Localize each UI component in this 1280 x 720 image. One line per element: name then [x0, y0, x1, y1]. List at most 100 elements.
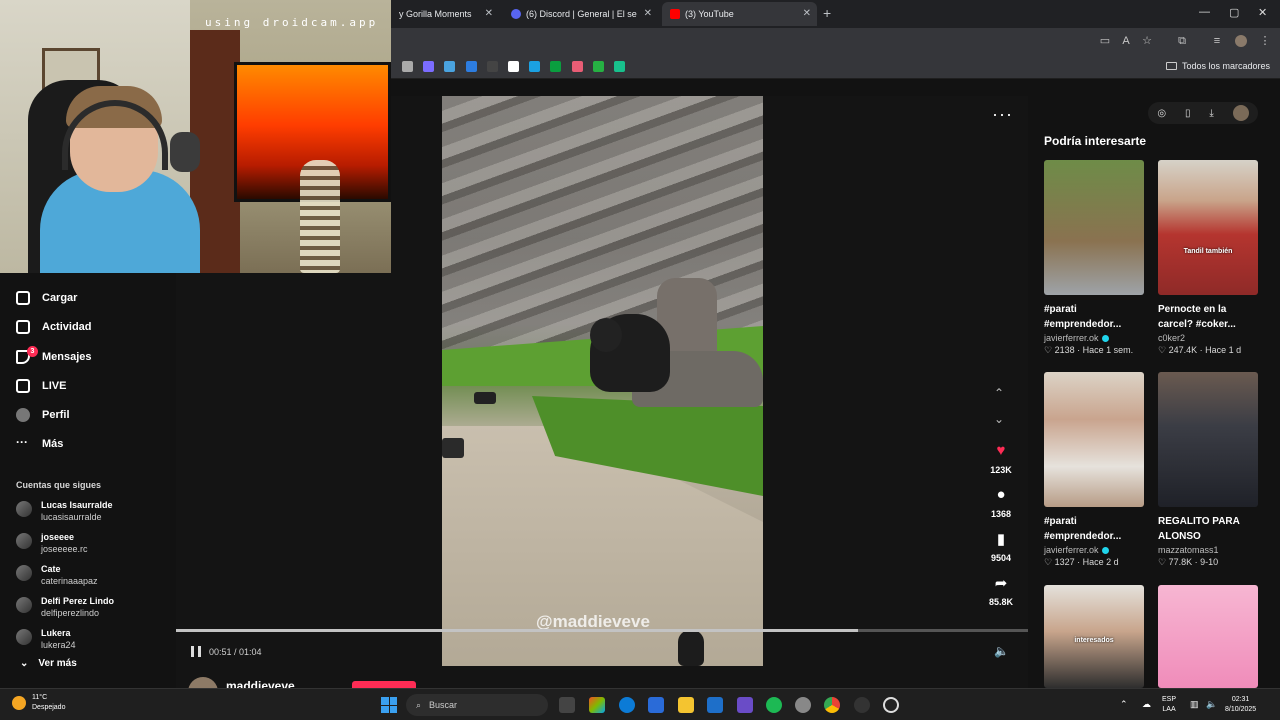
tab-youtube[interactable]: (3) YouTube ✕ — [662, 2, 817, 26]
bookmark-icon[interactable] — [508, 61, 519, 72]
close-icon[interactable]: ✕ — [485, 8, 493, 19]
close-icon[interactable]: ✕ — [803, 8, 811, 19]
avatar[interactable] — [1232, 105, 1249, 121]
recommendation-card[interactable]: #parati #emprendedor... javierferrer.ok … — [1044, 372, 1146, 568]
close-window-button[interactable]: ✕ — [1258, 6, 1267, 19]
see-more-button[interactable]: ⌄ Ver más — [20, 658, 77, 669]
extensions-icon[interactable]: ⧉ — [1176, 35, 1188, 47]
share-button[interactable]: ➦ 85.8K — [981, 574, 1021, 610]
task-view-icon[interactable] — [559, 697, 575, 713]
video-thumbnail[interactable] — [1044, 372, 1144, 507]
recommendation-card[interactable] — [1158, 585, 1260, 688]
nav-profile[interactable]: Perfil — [16, 408, 70, 422]
bookmark-icon[interactable] — [572, 61, 583, 72]
avatar — [16, 629, 32, 645]
copilot-icon[interactable] — [589, 697, 605, 713]
translate-icon[interactable]: A — [1120, 35, 1132, 47]
nav-upload[interactable]: Cargar — [16, 291, 77, 305]
onedrive-icon[interactable]: ☁ — [1142, 699, 1151, 709]
profile-avatar-icon[interactable] — [1235, 35, 1247, 47]
all-bookmarks-button[interactable]: Todos los marcadores — [1165, 61, 1270, 71]
account-username: delfiperezlindo — [41, 608, 100, 618]
weather-widget[interactable]: 11°C Despejado — [12, 693, 65, 713]
network-icon[interactable]: ▥ — [1190, 699, 1199, 709]
video-thumbnail[interactable]: Tandil también — [1158, 160, 1258, 295]
spotify-icon[interactable] — [766, 697, 782, 713]
more-options-icon[interactable]: ··· — [992, 104, 1013, 125]
close-icon[interactable]: ✕ — [644, 8, 652, 19]
bookmark-icon[interactable] — [614, 61, 625, 72]
messages-icon: 3 — [16, 346, 38, 364]
clock[interactable]: 02:31 8/10/2025 — [1225, 695, 1256, 715]
video-frame[interactable]: @maddieveve — [442, 96, 763, 666]
bookmark-icon[interactable] — [466, 61, 477, 72]
heart-icon: ♥ — [996, 442, 1006, 459]
bookmark-icon[interactable] — [423, 61, 434, 72]
video-thumbnail[interactable]: interesados — [1044, 585, 1144, 688]
card-username: javierferrer.ok — [1044, 333, 1099, 343]
explorer-icon[interactable] — [678, 697, 694, 713]
account-item[interactable]: Lukera lukera24 — [16, 627, 76, 651]
recommendation-card[interactable]: interesados — [1044, 585, 1146, 688]
cast-icon[interactable]: ▭ — [1099, 35, 1111, 47]
recommendation-card[interactable]: #parati #emprendedor... javierferrer.ok … — [1044, 160, 1146, 356]
chevron-up-icon[interactable]: ⌃ — [994, 386, 1004, 400]
chevron-up-icon[interactable]: ⌃ — [1120, 699, 1128, 709]
nav-more[interactable]: ··· Más — [16, 436, 63, 451]
language-indicator[interactable]: ESP LAA — [1162, 695, 1176, 715]
volume-icon[interactable]: 🔈 — [1206, 699, 1217, 709]
avatar — [16, 597, 32, 613]
taskbar-search[interactable]: ⌕ Buscar — [406, 694, 548, 716]
app-icon[interactable] — [737, 697, 753, 713]
bookmark-icon[interactable] — [550, 61, 561, 72]
bookmark-icon[interactable] — [444, 61, 455, 72]
nav-activity[interactable]: Actividad — [16, 320, 92, 334]
nav-live[interactable]: LIVE — [16, 379, 66, 393]
video-thumbnail[interactable] — [1158, 585, 1258, 688]
download-icon[interactable]: ⤓ — [1209, 108, 1213, 119]
clock-time: 02:31 — [1231, 696, 1250, 703]
recommendation-card[interactable]: Tandil también Pernocte en la carcel? #c… — [1158, 160, 1260, 356]
account-item[interactable]: Cate caterinaaapaz — [16, 563, 98, 587]
chevron-down-icon[interactable]: ⌄ — [994, 412, 1004, 426]
windows-start-icon[interactable] — [381, 697, 397, 713]
chrome-icon[interactable] — [824, 697, 840, 713]
tab-gorilla[interactable]: y Gorilla Moments ✕ — [391, 2, 499, 26]
bookmark-icon[interactable] — [593, 61, 604, 72]
comment-button[interactable]: ● 1368 — [981, 486, 1021, 522]
maximize-button[interactable]: ▢ — [1229, 6, 1239, 19]
save-button[interactable]: ▮ 9504 — [981, 530, 1021, 566]
settings-icon[interactable] — [795, 697, 811, 713]
obs-icon[interactable] — [854, 697, 870, 713]
tab-label: (3) YouTube — [685, 9, 734, 19]
progress-bar[interactable] — [176, 629, 1028, 632]
menu-icon[interactable]: ⋮ — [1259, 35, 1271, 47]
tab-discord[interactable]: (6) Discord | General | El se ✕ — [503, 2, 658, 26]
recommendation-card[interactable]: REGALITO PARA ALONSO mazzatomass1 ♡ 77.8… — [1158, 372, 1260, 568]
pause-icon[interactable] — [191, 646, 201, 657]
bookmark-icon[interactable] — [487, 61, 498, 72]
bookmark-icon[interactable] — [529, 61, 540, 72]
account-item[interactable]: Lucas Isaurralde lucasisaurralde — [16, 499, 113, 523]
account-item[interactable]: joseeee joseeeee.rc — [16, 531, 88, 555]
outlook-icon[interactable] — [707, 697, 723, 713]
bookmark-icon[interactable] — [402, 61, 413, 72]
media-icon[interactable]: ≡ — [1211, 35, 1223, 47]
video-thumbnail[interactable] — [1158, 372, 1258, 507]
card-title: Pernocte en la carcel? #coker... — [1158, 304, 1236, 330]
recommendations-title: Podría interesarte — [1044, 134, 1147, 148]
nav-messages[interactable]: 3 Mensajes — [16, 346, 92, 364]
edge-icon[interactable] — [619, 697, 635, 713]
app-icon[interactable] — [883, 697, 899, 713]
video-thumbnail[interactable] — [1044, 160, 1144, 295]
minimize-button[interactable]: — — [1199, 6, 1210, 18]
like-button[interactable]: ♥ 123K — [981, 442, 1021, 478]
account-name: Lukera — [41, 628, 71, 638]
star-icon[interactable]: ☆ — [1141, 35, 1153, 47]
coins-icon[interactable]: ◎ — [1157, 108, 1166, 119]
volume-icon[interactable]: 🔈 — [994, 644, 1009, 658]
account-item[interactable]: Delfi Perez Lindo delfiperezlindo — [16, 595, 114, 619]
device-icon[interactable]: ▯ — [1185, 108, 1191, 119]
store-icon[interactable] — [648, 697, 664, 713]
new-tab-button[interactable]: + — [823, 5, 831, 21]
